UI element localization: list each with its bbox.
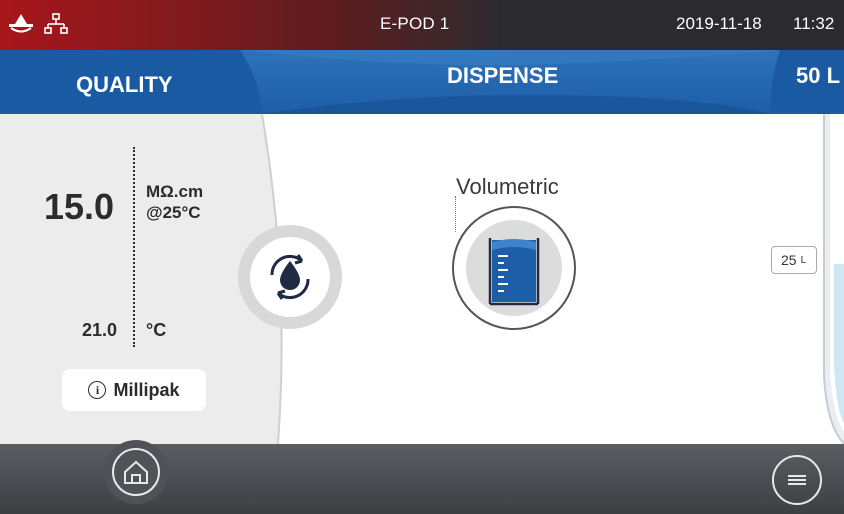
info-icon: i — [88, 381, 107, 399]
status-bar: E-POD 1 2019-11-18 11:32 — [0, 0, 844, 50]
recirculation-button[interactable] — [238, 225, 342, 329]
volumetric-label: Volumetric — [456, 174, 559, 199]
graduated-cylinder-icon — [488, 238, 540, 306]
resistivity-value: 15.0 — [44, 186, 115, 227]
tank-level-marker: 25 L — [771, 246, 817, 274]
water-system-icon[interactable] — [8, 13, 34, 40]
menu-icon — [788, 475, 806, 485]
tab-quality[interactable]: QUALITY — [76, 72, 173, 98]
header-tabs: QUALITY DISPENSE 50 L — [0, 50, 844, 114]
tank-level-unit: L — [800, 254, 807, 266]
volumetric-button[interactable] — [452, 206, 576, 330]
resistivity-unit: MΩ.cm — [146, 182, 204, 201]
menu-button[interactable] — [772, 455, 822, 505]
status-icons — [8, 13, 68, 40]
reference-temperature: @25°C — [146, 203, 201, 222]
millipak-button[interactable]: i Millipak — [62, 369, 206, 411]
millipak-label: Millipak — [113, 379, 180, 400]
tank-gauge — [823, 114, 844, 444]
volumetric-button-face — [466, 220, 562, 316]
home-button[interactable] — [104, 440, 168, 504]
recirculation-icon — [270, 254, 310, 300]
network-icon[interactable] — [44, 13, 68, 40]
status-time: 11:32 — [793, 14, 835, 33]
temperature-value: 21.0 — [82, 320, 118, 340]
resistivity-unit-block: MΩ.cm @25°C — [146, 181, 203, 223]
status-date: 2019-11-18 — [676, 14, 762, 33]
temperature-unit: °C — [146, 320, 167, 340]
recirculation-button-face — [250, 237, 330, 317]
tab-dispense[interactable]: DISPENSE — [447, 63, 558, 89]
volumetric-divider — [455, 196, 456, 232]
system-name: E-POD 1 — [380, 14, 450, 33]
tank-level-value: 25 — [781, 252, 797, 268]
quality-divider — [133, 147, 135, 347]
tab-volume[interactable]: 50 L — [796, 63, 840, 89]
home-icon — [124, 460, 148, 484]
home-button-ring — [112, 448, 160, 496]
